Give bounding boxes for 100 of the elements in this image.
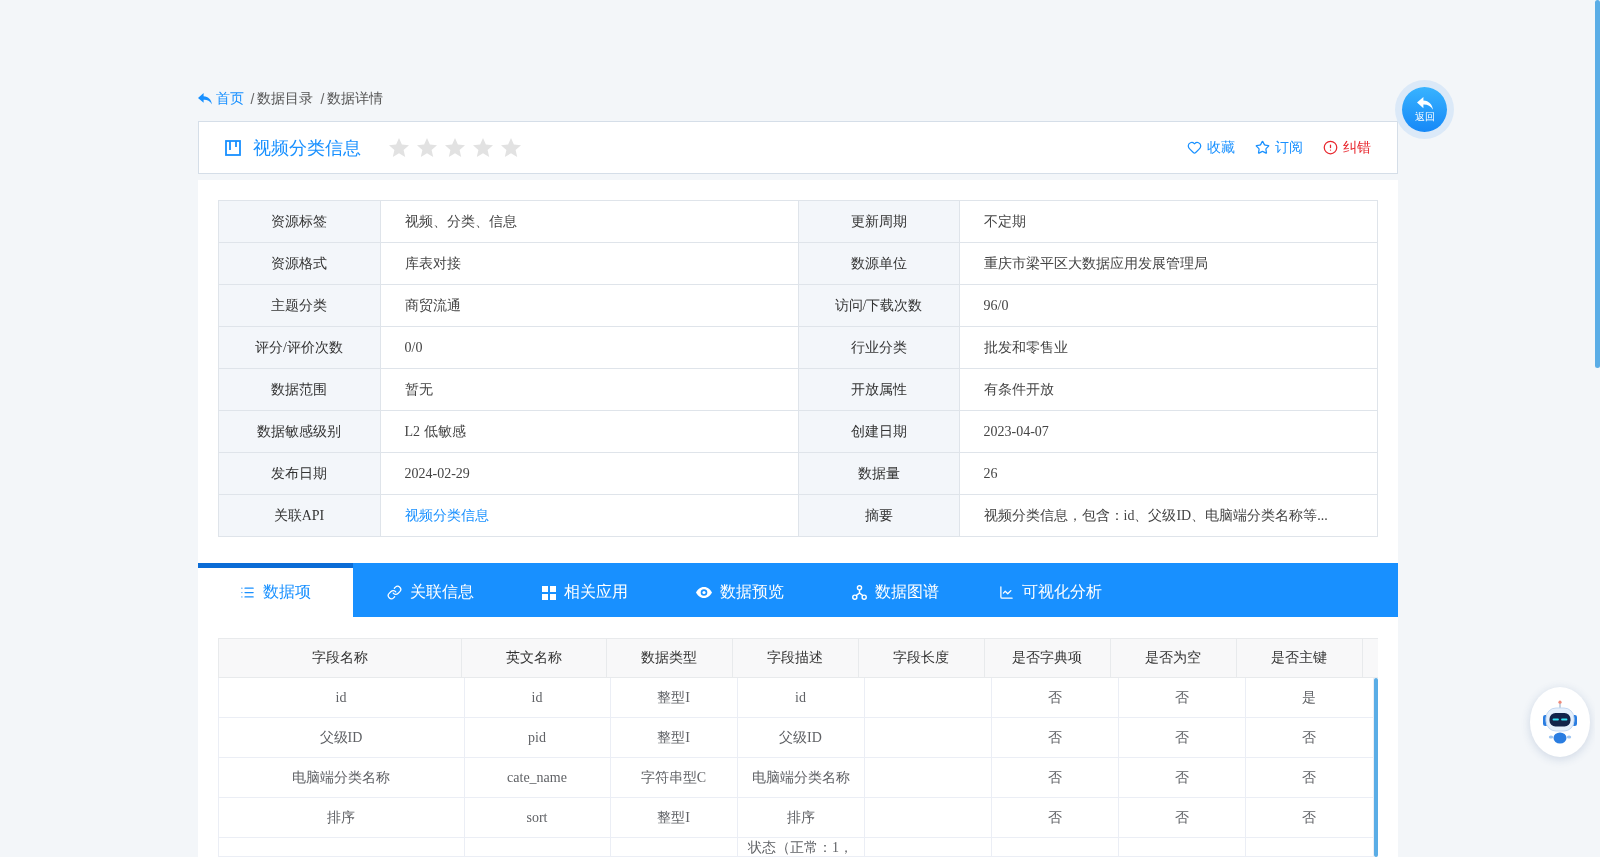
- column-header: 字段名称: [218, 639, 462, 677]
- table-cell: id: [464, 678, 611, 718]
- tab[interactable]: 数据项: [197, 563, 353, 617]
- table-cell: 否: [1118, 758, 1246, 798]
- star-icon: [472, 138, 493, 157]
- robot-icon: [1541, 700, 1579, 744]
- table-cell: 否: [1118, 718, 1246, 758]
- table-cell: 电脑端分类名称: [737, 758, 865, 798]
- table-cell: 父级ID: [737, 718, 865, 758]
- column-header: 是否主键: [1236, 639, 1363, 677]
- table-cell: 否: [1245, 758, 1374, 798]
- line-chart-icon: [998, 585, 1014, 600]
- back-arrow-icon: [1416, 97, 1433, 110]
- field-value: 商贸流通: [380, 285, 799, 327]
- scrollbar-thumb[interactable]: [1595, 0, 1600, 368]
- breadcrumb-separator: /: [320, 91, 325, 107]
- field-label: 发布日期: [218, 453, 381, 495]
- kanban-icon: [224, 139, 241, 156]
- star-icon: [416, 138, 437, 157]
- eye-icon: [696, 587, 712, 598]
- table-cell: 否: [991, 798, 1119, 838]
- favorite-button[interactable]: 收藏: [1186, 138, 1235, 157]
- field-value: 视频分类信息，包含：id、父级ID、电脑端分类名称等...: [959, 495, 1378, 537]
- field-value: 暂无: [380, 369, 799, 411]
- api-link[interactable]: 视频分类信息: [404, 506, 489, 525]
- field-label: 评分/评价次数: [218, 327, 381, 369]
- table-cell: id: [218, 678, 465, 718]
- field-label: 开放属性: [798, 369, 960, 411]
- field-value: 不定期: [959, 201, 1378, 243]
- table-cell: sort: [464, 798, 611, 838]
- table-cell: 父级ID: [218, 718, 465, 758]
- breadcrumb-link[interactable]: 数据目录: [257, 90, 314, 108]
- field-label: 数据敏感级别: [218, 411, 381, 453]
- table-cell: 整型I: [610, 718, 738, 758]
- table-cell: 电脑端分类名称: [218, 758, 465, 798]
- resource-title: 视频分类信息: [252, 136, 361, 160]
- table-cell: 否: [1118, 798, 1246, 838]
- grid-icon: [542, 585, 556, 600]
- field-label: 访问/下载次数: [798, 285, 960, 327]
- table-cell: 字符串型C: [610, 758, 738, 798]
- assistant-button[interactable]: [1530, 687, 1590, 757]
- field-label: 关联API: [218, 495, 381, 537]
- field-label: 摘要: [798, 495, 960, 537]
- table-cell: 否: [991, 678, 1119, 718]
- star-icon: [444, 138, 465, 157]
- table-cell: 否: [991, 758, 1119, 798]
- table-cell: 否: [1245, 798, 1374, 838]
- field-value: 批发和零售业: [959, 327, 1378, 369]
- table-cell: 排序: [218, 798, 465, 838]
- heart-icon: [1186, 140, 1202, 155]
- field-label: 主题分类: [218, 285, 381, 327]
- column-header: 字段长度: [858, 639, 985, 677]
- field-label: 数源单位: [798, 243, 960, 285]
- breadcrumb-link[interactable]: 首页: [215, 90, 244, 108]
- column-header: 是否字典项: [984, 639, 1111, 677]
- table-cell: 整型I: [610, 798, 738, 838]
- report-error-button[interactable]: 纠错: [1322, 138, 1371, 157]
- nodes-icon: [851, 585, 867, 600]
- field-value: 2023-04-07: [959, 411, 1378, 453]
- scrollbar-thumb[interactable]: [1373, 678, 1378, 857]
- field-label: 资源格式: [218, 243, 381, 285]
- table-cell: 整型I: [610, 678, 738, 718]
- table-cell: cate_name: [464, 758, 611, 798]
- field-value: 视频、分类、信息: [380, 201, 799, 243]
- field-value: 26: [959, 453, 1378, 495]
- table-cell: 否: [1245, 718, 1374, 758]
- field-label: 资源标签: [218, 201, 381, 243]
- field-label: 创建日期: [798, 411, 960, 453]
- field-value: 有条件开放: [959, 369, 1378, 411]
- table-cell: 是: [1245, 678, 1374, 718]
- breadcrumb-separator: /: [250, 91, 255, 107]
- field-label: 行业分类: [798, 327, 960, 369]
- column-header: 字段描述: [732, 639, 859, 677]
- column-header: 数据类型: [606, 639, 733, 677]
- back-arrow-icon: [197, 93, 212, 105]
- table-cell: 否: [991, 718, 1119, 758]
- field-value: 96/0: [959, 285, 1378, 327]
- field-value: 库表对接: [380, 243, 799, 285]
- table-cell: pid: [464, 718, 611, 758]
- table-cell: 状态（正常：1，: [737, 838, 865, 857]
- table-cell: id: [737, 678, 865, 718]
- field-value: L2 低敏感: [380, 411, 799, 453]
- alert-icon: [1322, 140, 1338, 155]
- field-label: 更新周期: [798, 201, 960, 243]
- subscribe-button[interactable]: 订阅: [1254, 138, 1303, 157]
- list-icon: [239, 585, 255, 600]
- breadcrumb-current-page: 数据详情: [327, 90, 384, 108]
- field-label: 数据量: [798, 453, 960, 495]
- field-value: 0/0: [380, 327, 799, 369]
- field-value: 重庆市梁平区大数据应用发展管理局: [959, 243, 1378, 285]
- table-cell: 否: [1118, 678, 1246, 718]
- column-header: 是否为空: [1110, 639, 1237, 677]
- star-icon: [388, 138, 409, 157]
- star-icon: [500, 138, 521, 157]
- field-value: 2024-02-29: [380, 453, 799, 495]
- field-label: 数据范围: [218, 369, 381, 411]
- table-cell: 排序: [737, 798, 865, 838]
- star-outline-icon: [1254, 140, 1270, 155]
- column-header: 英文名称: [461, 639, 607, 677]
- link-icon: [386, 585, 402, 600]
